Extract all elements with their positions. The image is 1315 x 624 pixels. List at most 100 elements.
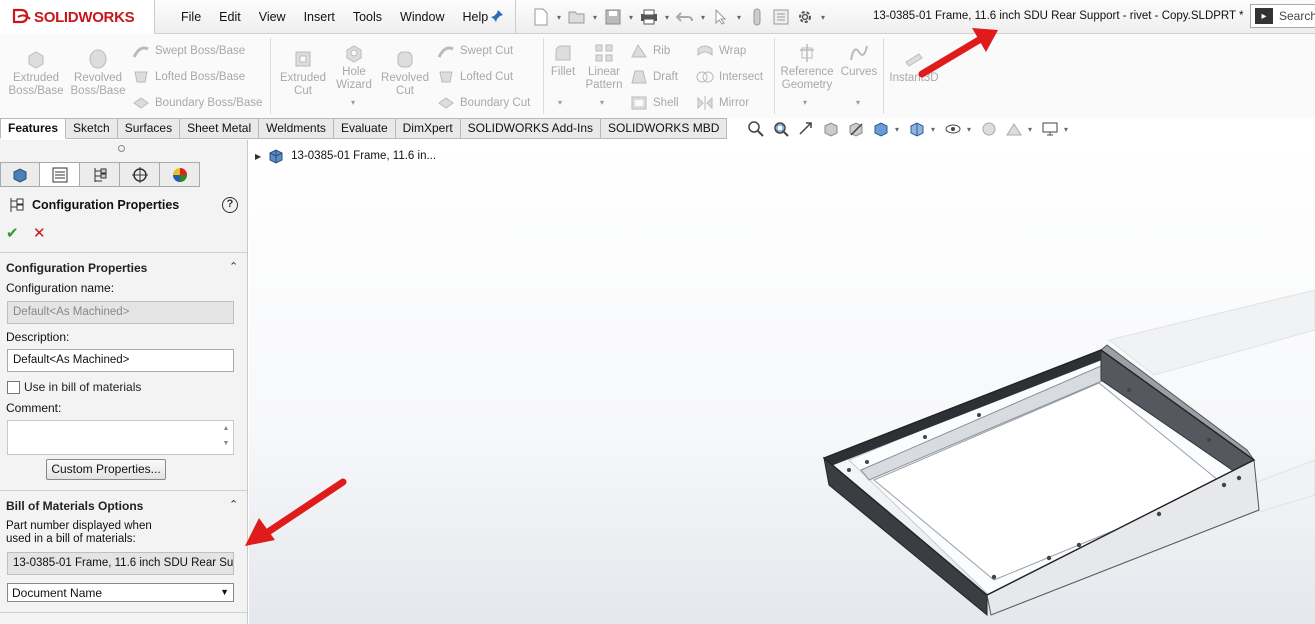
fillet-button[interactable]: Fillet	[546, 42, 580, 79]
extruded-cut-button[interactable]: Extruded Cut	[276, 48, 330, 98]
print-dropdown-icon[interactable]: ▾	[662, 13, 672, 22]
tab-display-manager[interactable]	[160, 162, 200, 187]
new-dropdown-icon[interactable]: ▾	[554, 13, 564, 22]
tab-weldments[interactable]: Weldments	[259, 118, 334, 139]
new-document-icon[interactable]	[530, 6, 552, 28]
linear-pattern-dropdown-icon[interactable]: ▾	[600, 98, 604, 107]
apply-scene-dropdown-icon[interactable]: ▾	[1028, 125, 1036, 134]
fillet-dropdown-icon[interactable]: ▾	[558, 98, 562, 107]
open-folder-icon[interactable]	[566, 6, 588, 28]
curves-dropdown-icon[interactable]: ▾	[856, 98, 860, 107]
hide-show-items-icon[interactable]	[942, 119, 964, 139]
tab-configuration-manager[interactable]	[80, 162, 120, 187]
undo-icon[interactable]	[674, 6, 696, 28]
view-orientation-dropdown-icon[interactable]: ▾	[895, 125, 903, 134]
part-number-source-select[interactable]: Document Name ▼	[7, 583, 234, 602]
lofted-cut-button[interactable]: Lofted Cut	[437, 69, 513, 85]
help-icon[interactable]: ?	[222, 197, 238, 213]
tab-solidworks-add-ins[interactable]: SOLIDWORKS Add-Ins	[460, 118, 602, 139]
tab-features[interactable]: Features	[0, 118, 67, 139]
options-gear-icon[interactable]	[794, 6, 816, 28]
rib-button[interactable]: Rib	[630, 43, 670, 59]
menu-file[interactable]: File	[172, 10, 210, 24]
menu-edit[interactable]: Edit	[210, 10, 250, 24]
zoom-to-area-icon[interactable]	[770, 119, 792, 139]
custom-properties-button[interactable]: Custom Properties...	[46, 459, 166, 480]
wrap-button[interactable]: Wrap	[696, 43, 746, 59]
file-properties-icon[interactable]	[770, 6, 792, 28]
view-settings-monitor-icon[interactable]	[1039, 119, 1061, 139]
panel-grip-handle[interactable]	[118, 145, 125, 152]
menu-view[interactable]: View	[250, 10, 295, 24]
part-number-field[interactable]: 13-0385-01 Frame, 11.6 inch SDU Rear Sup…	[7, 552, 234, 575]
revolved-cut-button[interactable]: Revolved Cut	[378, 48, 432, 98]
revolved-boss-button[interactable]: Revolved Boss/Base	[68, 48, 128, 98]
part-number-label-line1: Part number displayed when	[6, 520, 152, 532]
select-dropdown-icon[interactable]: ▾	[734, 13, 744, 22]
display-style-icon[interactable]	[906, 119, 928, 139]
graphics-area[interactable]: ▶ 13-0385-01 Frame, 11.6 in...	[249, 140, 1315, 624]
tab-feature-manager[interactable]	[0, 162, 40, 187]
linear-pattern-button[interactable]: Linear Pattern	[582, 42, 626, 92]
use-in-bom-checkbox[interactable]: Use in bill of materials	[7, 380, 141, 394]
hole-wizard-dropdown-icon[interactable]: ▾	[351, 98, 355, 107]
tab-solidworks-mbd[interactable]: SOLIDWORKS MBD	[601, 118, 728, 139]
menu-tools[interactable]: Tools	[344, 10, 391, 24]
lofted-boss-button[interactable]: Lofted Boss/Base	[132, 69, 245, 85]
previous-view-icon[interactable]	[795, 119, 817, 139]
tab-property-manager[interactable]	[40, 162, 80, 187]
tab-dimxpert-manager[interactable]	[120, 162, 160, 187]
edit-appearance-icon[interactable]	[978, 119, 1000, 139]
swept-boss-button[interactable]: Swept Boss/Base	[132, 43, 245, 59]
print-icon[interactable]	[638, 6, 660, 28]
reference-geometry-dropdown-icon[interactable]: ▾	[803, 98, 807, 107]
solidworks-logo[interactable]: SOLIDWORKS	[0, 0, 155, 34]
extruded-boss-button[interactable]: Extruded Boss/Base	[6, 48, 66, 98]
rebuild-icon[interactable]	[746, 6, 768, 28]
save-dropdown-icon[interactable]: ▾	[626, 13, 636, 22]
config-section-collapse-icon[interactable]: ⌃	[229, 260, 238, 273]
tab-sheet-metal[interactable]: Sheet Metal	[180, 118, 260, 139]
hole-wizard-button[interactable]: Hole Wizard	[330, 42, 378, 92]
undo-dropdown-icon[interactable]: ▾	[698, 13, 708, 22]
ok-checkmark-button[interactable]: ✔	[6, 224, 19, 242]
save-icon[interactable]	[602, 6, 624, 28]
tab-surfaces[interactable]: Surfaces	[117, 118, 181, 139]
config-section-header[interactable]: Configuration Properties	[6, 261, 147, 275]
zoom-to-fit-icon[interactable]	[745, 119, 767, 139]
bom-section-header[interactable]: Bill of Materials Options	[6, 499, 143, 513]
tab-evaluate[interactable]: Evaluate	[333, 118, 396, 139]
cancel-x-button[interactable]: ✕	[33, 224, 46, 242]
menu-insert[interactable]: Insert	[295, 10, 344, 24]
reference-geometry-button[interactable]: Reference Geometry	[778, 42, 836, 92]
description-field[interactable]: Default<As Machined>	[7, 349, 234, 372]
apply-scene-icon[interactable]	[1003, 119, 1025, 139]
comment-scrollbar[interactable]: ▲ ▼	[219, 421, 233, 454]
dynamic-annotation-icon[interactable]	[845, 119, 867, 139]
config-name-field[interactable]: Default<As Machined>	[7, 301, 234, 324]
tab-dimxpert[interactable]: DimXpert	[395, 118, 461, 139]
comment-textarea[interactable]: ▲ ▼	[7, 420, 234, 455]
curves-button[interactable]: Curves	[838, 42, 880, 79]
options-dropdown-icon[interactable]: ▾	[818, 13, 828, 22]
select-cursor-icon[interactable]	[710, 6, 732, 28]
boundary-cut-button[interactable]: Boundary Cut	[437, 95, 530, 111]
shell-button[interactable]: Shell	[630, 95, 679, 111]
boundary-boss-button[interactable]: Boundary Boss/Base	[132, 95, 262, 111]
tab-sketch[interactable]: Sketch	[66, 118, 118, 139]
search-commands-box[interactable]: ▸ Search	[1250, 4, 1315, 28]
instant3d-button[interactable]: Instant3D	[886, 48, 942, 85]
open-dropdown-icon[interactable]: ▾	[590, 13, 600, 22]
bom-section-collapse-icon[interactable]: ⌃	[229, 498, 238, 511]
swept-cut-button[interactable]: Swept Cut	[437, 43, 513, 59]
mirror-button[interactable]: Mirror	[696, 95, 749, 111]
display-style-dropdown-icon[interactable]: ▾	[931, 125, 939, 134]
hide-show-dropdown-icon[interactable]: ▾	[967, 125, 975, 134]
pin-menu-icon[interactable]	[489, 8, 505, 24]
intersect-button[interactable]: Intersect	[696, 69, 763, 85]
view-settings-dropdown-icon[interactable]: ▾	[1064, 125, 1072, 134]
section-view-icon[interactable]	[820, 119, 842, 139]
draft-button[interactable]: Draft	[630, 69, 678, 85]
view-orientation-icon[interactable]	[870, 119, 892, 139]
menu-window[interactable]: Window	[391, 10, 453, 24]
